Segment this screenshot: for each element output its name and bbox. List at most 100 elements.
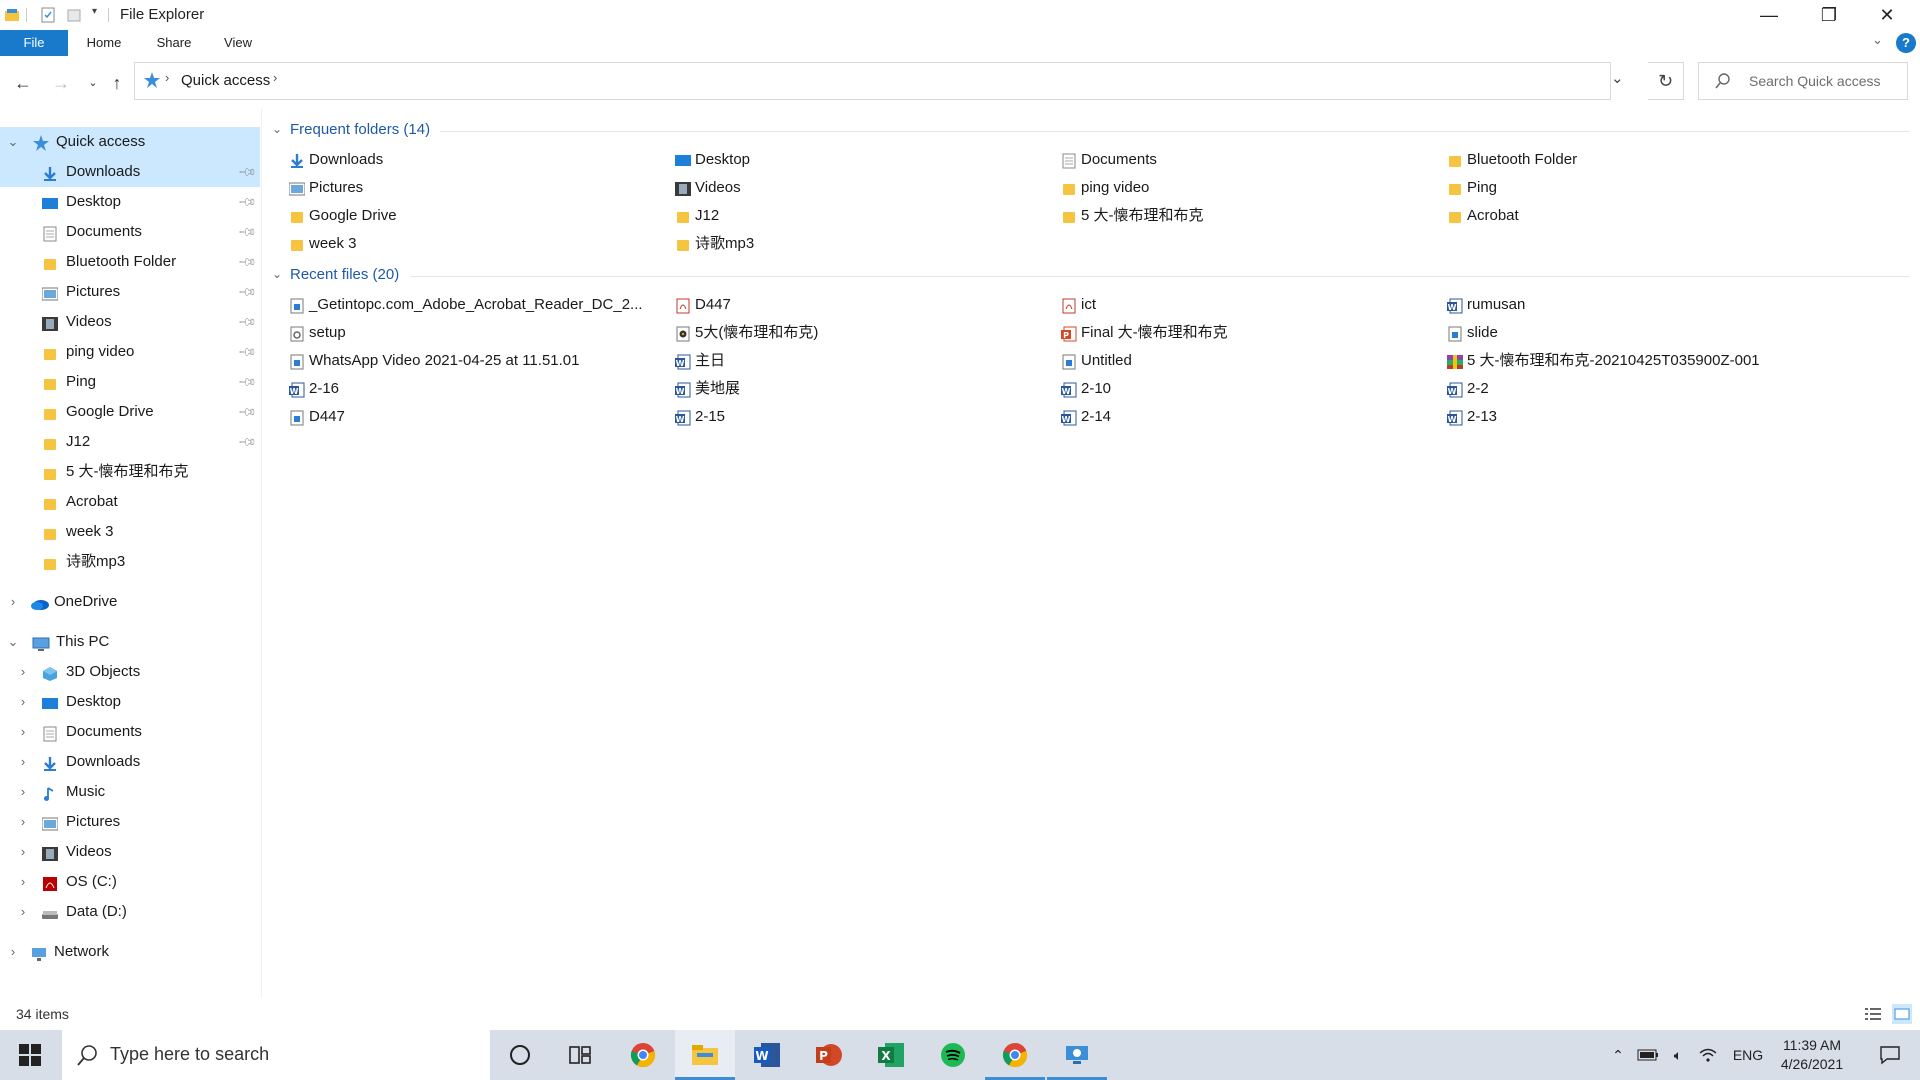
chevron-down-icon[interactable]: ⌄	[6, 627, 20, 657]
search-input[interactable]: Search Quick access	[1749, 73, 1881, 89]
nav-item-desktop[interactable]: Desktop 📌︎	[0, 187, 260, 217]
pin-icon: 📌︎	[237, 371, 258, 393]
task-view-icon[interactable]	[550, 1030, 610, 1080]
nav-item-bluetooth-folder[interactable]: Bluetooth Folder 📌︎	[0, 247, 260, 277]
nav-onedrive[interactable]: › OneDrive	[0, 587, 260, 617]
nav-quick-access[interactable]: ⌄ Quick access	[0, 127, 260, 157]
frequent-collapse-icon[interactable]: ⌄	[272, 120, 282, 137]
excel-app-icon[interactable]: X	[861, 1030, 921, 1080]
nav-pc-os-c-[interactable]: › OS (C:)	[0, 867, 260, 897]
ribbon-tabs: File Home Share View ⌄ ?	[0, 30, 1920, 56]
nav-item-google-drive[interactable]: Google Drive 📌︎	[0, 397, 260, 427]
search-box[interactable]: Search Quick access	[1698, 62, 1908, 100]
nav-item-acrobat[interactable]: Acrobat	[0, 487, 260, 517]
cortana-icon[interactable]	[490, 1030, 550, 1080]
large-icons-view-icon[interactable]	[1892, 1004, 1912, 1024]
remote-app-icon[interactable]	[1047, 1030, 1107, 1080]
chevron-right-icon[interactable]: ›	[6, 587, 20, 617]
chevron-right-icon[interactable]: ›	[16, 897, 30, 927]
nav-item-5-[interactable]: 5 大-懐布理和布克	[0, 457, 260, 487]
taskbar-search-box[interactable]: Type here to search	[62, 1030, 490, 1080]
tab-share[interactable]: Share	[150, 30, 198, 56]
chevron-right-icon[interactable]: ›	[16, 717, 30, 747]
nav-item-week-3[interactable]: week 3	[0, 517, 260, 547]
nav-item-j12[interactable]: J12 📌︎	[0, 427, 260, 457]
word-icon: W	[675, 409, 691, 426]
show-hidden-icons-icon[interactable]: ⌃	[1606, 1030, 1630, 1080]
up-button[interactable]: ↑	[104, 70, 130, 96]
spotify-icon[interactable]	[923, 1030, 983, 1080]
chevron-right-icon[interactable]: ›	[16, 807, 30, 837]
maximize-button[interactable]: ❐	[1800, 0, 1858, 30]
customize-toolbar-icon[interactable]: ▾	[92, 6, 97, 17]
start-button[interactable]	[0, 1030, 60, 1080]
recent-collapse-icon[interactable]: ⌄	[272, 265, 282, 282]
nav-pc-desktop[interactable]: › Desktop	[0, 687, 260, 717]
chevron-right-icon[interactable]: ›	[16, 747, 30, 777]
pane-splitter[interactable]	[261, 108, 262, 998]
input-language[interactable]: ENG	[1728, 1030, 1768, 1080]
chevron-down-icon[interactable]: ⌄	[6, 127, 20, 157]
breadcrumb-separator-icon[interactable]: ›	[165, 70, 169, 85]
chrome-icon[interactable]	[985, 1030, 1045, 1080]
back-button[interactable]: ←	[10, 70, 36, 96]
address-bar[interactable]: › Quick access › ⌄	[134, 62, 1624, 100]
chevron-right-icon[interactable]: ›	[6, 937, 20, 967]
nav-pc-pictures[interactable]: › Pictures	[0, 807, 260, 837]
folder-icon	[42, 343, 60, 361]
nav-item-downloads[interactable]: Downloads 📌︎	[0, 157, 260, 187]
recent-locations-icon[interactable]: ⌄	[80, 70, 106, 96]
nav-pc-documents[interactable]: › Documents	[0, 717, 260, 747]
chevron-right-icon[interactable]: ›	[16, 657, 30, 687]
word-app-icon[interactable]: W	[737, 1030, 797, 1080]
help-icon[interactable]: ?	[1896, 33, 1916, 53]
recent-files-header[interactable]: Recent files (20)	[290, 266, 399, 283]
chevron-right-icon[interactable]: ›	[16, 867, 30, 897]
nav-item-pictures[interactable]: Pictures 📌︎	[0, 277, 260, 307]
folder-icon	[42, 523, 60, 541]
nav-pc-data-d-[interactable]: › Data (D:)	[0, 897, 260, 927]
nav-item-documents[interactable]: Documents 📌︎	[0, 217, 260, 247]
wifi-icon[interactable]	[1696, 1030, 1720, 1080]
taskbar-search-input[interactable]: Type here to search	[110, 1044, 269, 1065]
expand-ribbon-icon[interactable]: ⌄	[1872, 32, 1883, 48]
breadcrumb-chevron-icon[interactable]: ›	[273, 70, 277, 85]
chevron-right-icon[interactable]: ›	[16, 777, 30, 807]
nav-pc-videos[interactable]: › Videos	[0, 837, 260, 867]
forward-button[interactable]: →	[48, 70, 74, 96]
file-explorer-icon[interactable]	[675, 1030, 735, 1080]
nav-item-videos[interactable]: Videos 📌︎	[0, 307, 260, 337]
nav-item--mp3[interactable]: 诗歌mp3	[0, 547, 260, 577]
address-dropdown-icon[interactable]: ⌄	[1611, 69, 1624, 87]
nav-pc-3d-objects[interactable]: › 3D Objects	[0, 657, 260, 687]
frequent-folders-header[interactable]: Frequent folders (14)	[290, 121, 430, 138]
battery-icon[interactable]	[1636, 1030, 1660, 1080]
tab-file[interactable]: File	[0, 30, 68, 56]
title-divider	[108, 8, 109, 22]
nav-this-pc[interactable]: ⌄ This PC	[0, 627, 260, 657]
chevron-right-icon[interactable]: ›	[16, 687, 30, 717]
action-center-icon[interactable]	[1866, 1030, 1914, 1080]
nav-pc-downloads[interactable]: › Downloads	[0, 747, 260, 777]
details-view-icon[interactable]	[1864, 1006, 1882, 1026]
folder-icon	[42, 373, 60, 391]
clock[interactable]: 11:39 AM 4/26/2021	[1770, 1036, 1854, 1074]
breadcrumb[interactable]: Quick access	[181, 72, 270, 89]
properties-icon[interactable]	[40, 7, 56, 23]
refresh-button[interactable]: ↻	[1648, 62, 1684, 100]
nav-pc-music[interactable]: › Music	[0, 777, 260, 807]
frequent-folder-item-label: Downloads	[309, 151, 384, 168]
tab-home[interactable]: Home	[80, 30, 128, 56]
minimize-button[interactable]: —	[1740, 0, 1798, 30]
setup-icon	[289, 325, 305, 342]
chevron-right-icon[interactable]: ›	[16, 837, 30, 867]
nav-item-ping-video[interactable]: ping video 📌︎	[0, 337, 260, 367]
volume-icon[interactable]: 🔈︎	[1666, 1030, 1690, 1080]
close-button[interactable]: ✕	[1858, 0, 1916, 30]
powerpoint-app-icon[interactable]: P	[799, 1030, 859, 1080]
nav-network[interactable]: › Network	[0, 937, 260, 967]
chrome-icon[interactable]	[613, 1030, 673, 1080]
tab-view[interactable]: View	[214, 30, 262, 56]
nav-item-ping[interactable]: Ping 📌︎	[0, 367, 260, 397]
new-folder-icon[interactable]	[66, 7, 82, 23]
